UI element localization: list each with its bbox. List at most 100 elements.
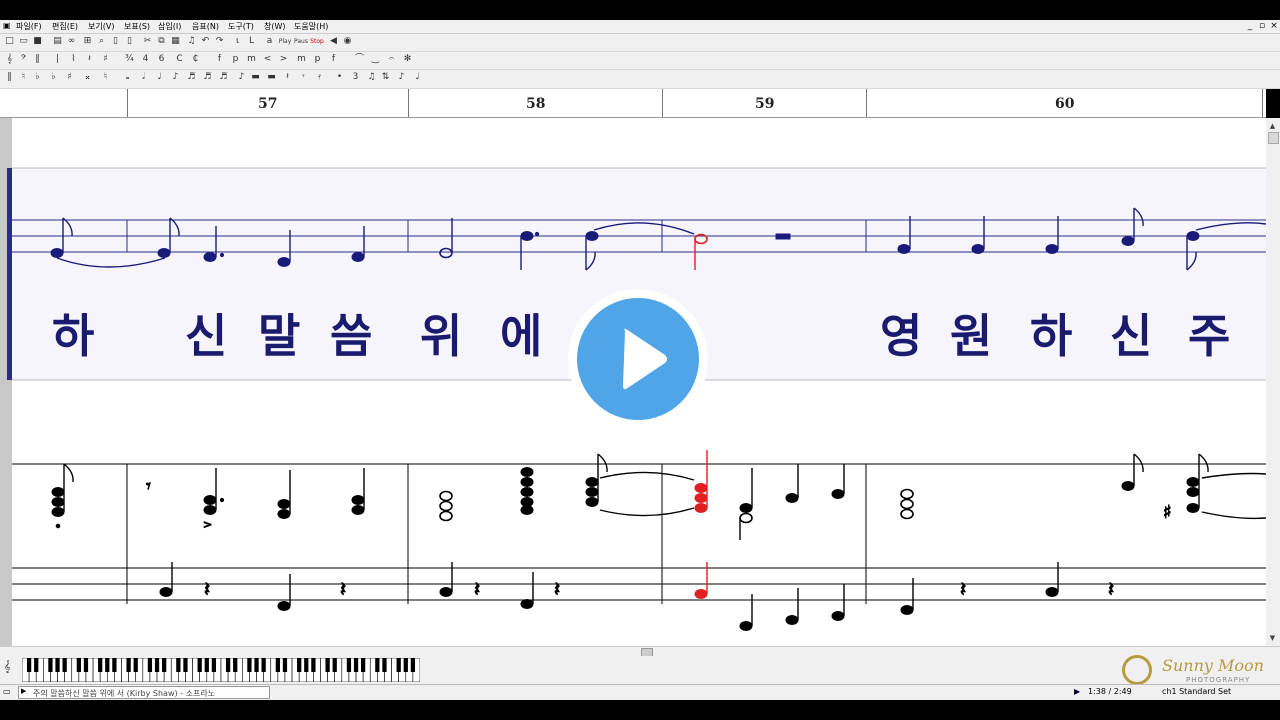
time-sig-4-4-icon[interactable]: 4 [140, 54, 151, 65]
eighth-rest-icon[interactable]: 𝄾 [298, 72, 309, 83]
close-icon[interactable]: × [1269, 21, 1279, 31]
black-key[interactable] [410, 658, 416, 672]
keyboard-clef-icon[interactable]: 𝄞 [4, 660, 18, 680]
zoom-icon[interactable]: ⌕ [96, 36, 107, 47]
lyric-syllable[interactable]: 씀 [330, 300, 372, 366]
play-position-icon[interactable]: ▶ [1074, 687, 1080, 696]
black-key[interactable] [133, 658, 138, 672]
vertical-scrollbar[interactable]: ▲ ▼ [1266, 118, 1280, 646]
text-tool-icon[interactable]: ι [232, 36, 243, 47]
bass-clef-icon[interactable]: 𝄢 [18, 54, 29, 65]
dynamic-p-icon[interactable]: p [230, 54, 241, 65]
barline-icon[interactable]: | [52, 54, 63, 65]
current-position-chord[interactable] [694, 450, 708, 599]
black-key[interactable] [162, 658, 167, 672]
black-key[interactable] [112, 658, 117, 672]
quarter-note-icon[interactable]: ♩ [154, 72, 165, 83]
mp-icon[interactable]: m [296, 54, 307, 65]
black-key[interactable] [147, 658, 153, 672]
black-key[interactable] [154, 658, 160, 672]
staff-selection-bar[interactable] [7, 168, 12, 380]
app-icon[interactable]: ▣ [3, 21, 11, 30]
new-file-icon[interactable]: □ [4, 36, 15, 47]
black-key[interactable] [55, 658, 60, 672]
scroll-thumb[interactable] [1268, 132, 1279, 144]
treble-clef-icon[interactable]: 𝄞 [4, 54, 15, 65]
black-key[interactable] [211, 658, 217, 672]
stop-toolbar-button[interactable]: Stop [310, 36, 324, 47]
beam-icon[interactable]: ♫ [366, 72, 377, 83]
lyric-syllable[interactable]: 말 [258, 300, 300, 366]
select-icon[interactable]: ⊞ [82, 36, 93, 47]
black-key[interactable] [176, 658, 181, 672]
whole-note-icon[interactable]: 𝅝 [122, 72, 133, 83]
thirty-second-note-icon[interactable]: ♬ [202, 72, 213, 83]
black-key[interactable] [325, 658, 330, 672]
open-file-icon[interactable]: ▭ [18, 36, 29, 47]
page-icon[interactable]: ▯ [110, 36, 121, 47]
piano-treble-notes[interactable]: 𝄾 > ♯ [51, 453, 1266, 540]
play-small-icon[interactable]: ▶ [21, 687, 26, 695]
redo-icon[interactable]: ↷ [214, 36, 225, 47]
black-key[interactable] [105, 658, 110, 672]
black-key[interactable] [83, 658, 89, 672]
measure-number-57[interactable]: 57 [258, 96, 277, 112]
sixty-fourth-note-icon[interactable]: ♬ [218, 72, 229, 83]
volume-icon[interactable]: ◀ [328, 36, 339, 47]
save-icon[interactable]: ■ [32, 36, 43, 47]
dot-icon[interactable]: • [334, 72, 345, 83]
abc-icon[interactable]: a [264, 36, 275, 47]
time-sig-6-8-icon[interactable]: 6 [156, 54, 167, 65]
play-toolbar-button[interactable]: Play [278, 36, 292, 47]
alto-clef-icon[interactable]: ‖ [32, 54, 43, 65]
common-time-icon[interactable]: C [174, 54, 185, 65]
black-key[interactable] [76, 658, 81, 672]
menu-file[interactable]: 파일(F) [16, 21, 42, 32]
measure-number-58[interactable]: 58 [526, 96, 545, 112]
black-key[interactable] [403, 658, 408, 672]
minimize-icon[interactable]: _ [1245, 21, 1255, 31]
fermata-icon[interactable]: ⌒ [354, 54, 365, 65]
scroll-down-icon[interactable]: ▼ [1268, 634, 1277, 642]
black-key[interactable] [26, 658, 32, 672]
black-key[interactable] [297, 658, 302, 672]
half-note-icon[interactable]: 𝅗𝅥 [138, 72, 149, 83]
piano-keyboard[interactable] [22, 658, 420, 682]
black-key[interactable] [98, 658, 103, 672]
record-icon[interactable]: ◉ [342, 36, 353, 47]
natural-alt-icon[interactable]: ♮ [100, 72, 111, 83]
measure-number-59[interactable]: 59 [755, 96, 774, 112]
lyric-syllable[interactable]: 원 [950, 300, 992, 366]
quarter-rest-icon[interactable]: 𝄽 [282, 72, 293, 83]
decrescendo-icon[interactable]: > [278, 54, 289, 65]
black-key[interactable] [332, 658, 337, 672]
black-key[interactable] [204, 658, 209, 672]
measure-number-60[interactable]: 60 [1055, 96, 1074, 112]
preview-icon[interactable]: ▯ [124, 36, 135, 47]
flip-stem-icon[interactable]: ⇅ [380, 72, 391, 83]
black-key[interactable] [247, 658, 252, 672]
restore-icon[interactable]: ▫ [1257, 21, 1267, 31]
black-key[interactable] [183, 658, 188, 672]
repeat-icon[interactable]: ⌇ [68, 54, 79, 65]
black-key[interactable] [126, 658, 131, 672]
black-key[interactable] [353, 658, 359, 672]
sixteenth-rest-icon[interactable]: 𝄿 [314, 72, 325, 83]
black-key[interactable] [275, 658, 280, 672]
triplet-icon[interactable]: 3 [350, 72, 361, 83]
natural-icon[interactable]: ♮ [18, 72, 29, 83]
menu-tools[interactable]: 도구(T) [228, 21, 254, 32]
ornament-icon[interactable]: 𝄐 [386, 54, 397, 65]
tuplet-icon[interactable]: ♪ [396, 72, 407, 83]
black-key[interactable] [375, 658, 380, 672]
pause-toolbar-button[interactable]: Paus [294, 36, 308, 47]
time-sig-icon[interactable]: ¾ [124, 54, 135, 65]
undo-icon[interactable]: ↶ [200, 36, 211, 47]
lyric-syllable[interactable]: 하 [52, 300, 94, 366]
menu-window[interactable]: 창(W) [264, 21, 286, 32]
paste-icon[interactable]: ▦ [170, 36, 181, 47]
flat-icon[interactable]: ♭ [32, 72, 43, 83]
black-key[interactable] [254, 658, 259, 672]
black-key[interactable] [197, 658, 202, 672]
menu-view[interactable]: 보기(V) [88, 21, 114, 32]
